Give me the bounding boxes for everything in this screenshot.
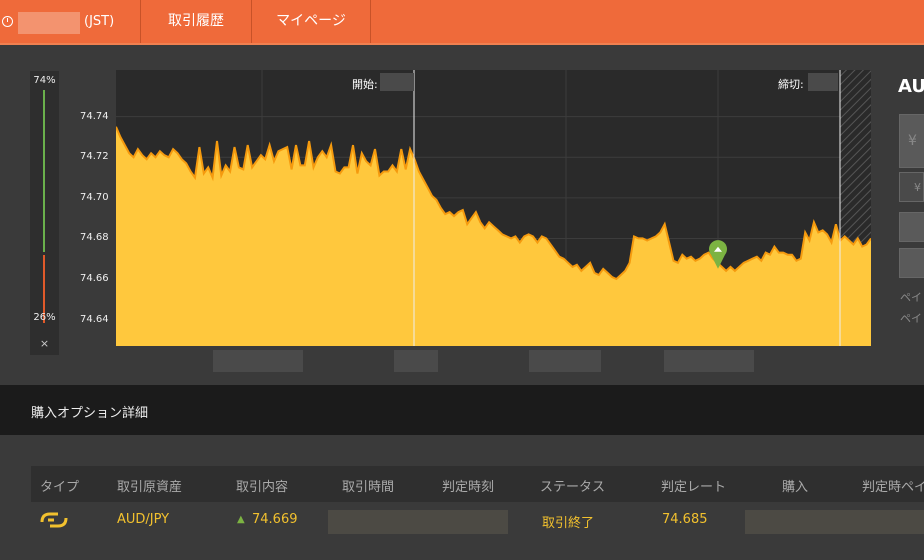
- redacted-start-time: [380, 73, 414, 91]
- option-box-cut[interactable]: [899, 212, 924, 242]
- col-type: タイプ: [40, 480, 80, 495]
- y-tick-label: 74.70: [80, 191, 109, 203]
- redacted-end-time: [808, 73, 838, 91]
- price-area: [116, 126, 871, 346]
- y-tick-label: 74.68: [80, 232, 109, 244]
- pair-title-cut: AU: [898, 76, 924, 97]
- meter-bottom-percent: 26%: [33, 312, 56, 323]
- y-tick-label: 74.74: [80, 110, 109, 122]
- payout-label-cut: ペイ: [900, 312, 922, 325]
- row-judge-rate: 74.685: [662, 512, 708, 527]
- col-content: 取引内容: [236, 480, 289, 495]
- col-asset: 取引原資産: [117, 480, 183, 495]
- table-row[interactable]: AUD/JPY ▲ 74.669 取引終了 74.685: [31, 503, 924, 539]
- y-tick-label: 74.72: [80, 151, 109, 163]
- row-status: 取引終了: [542, 516, 595, 531]
- col-trade-time: 取引時間: [342, 480, 395, 495]
- high-button-cut[interactable]: ¥: [899, 114, 924, 168]
- redacted-x-label: [664, 350, 754, 372]
- amount-field-cut[interactable]: ¥: [899, 172, 924, 202]
- high-arrow-icon: ▲: [237, 514, 245, 525]
- col-judge-rate: 判定レート: [661, 480, 727, 495]
- clock-tab: [0, 0, 141, 43]
- price-chart[interactable]: 開始: 締切:: [116, 70, 871, 346]
- sentiment-meter: 74% 26% ×: [30, 71, 59, 355]
- col-payout: 判定時ペイ: [862, 480, 924, 495]
- col-status: ステータス: [540, 480, 606, 495]
- redacted-amounts: [745, 510, 924, 534]
- redacted-times: [328, 510, 508, 534]
- redacted-x-label: [213, 350, 303, 372]
- y-tick-label: 74.66: [80, 273, 109, 285]
- option-box-cut[interactable]: [899, 248, 924, 278]
- price-chart-svg: [116, 70, 871, 346]
- redacted-x-label: [394, 350, 438, 372]
- redacted-x-label: [529, 350, 601, 372]
- meter-top-percent: 74%: [33, 75, 56, 86]
- payout-label-cut: ペイ: [900, 291, 922, 304]
- tab-mypage[interactable]: マイページ: [252, 0, 371, 43]
- col-judge-time: 判定時刻: [442, 480, 495, 495]
- row-asset: AUD/JPY: [117, 512, 170, 527]
- details-title: 購入オプション詳細: [31, 406, 149, 421]
- table-header: タイプ 取引原資産 取引内容 取引時間 判定時刻 ステータス 判定レート 購入 …: [31, 466, 924, 502]
- col-purchase: 購入: [782, 480, 809, 495]
- y-tick-label: 74.64: [80, 313, 109, 325]
- meter-bull-bar: [43, 90, 45, 252]
- start-label: 開始:: [352, 78, 378, 91]
- row-entry-rate: 74.669: [252, 512, 298, 527]
- tab-trade-history[interactable]: 取引履歴: [141, 0, 252, 43]
- end-label: 締切:: [778, 78, 804, 91]
- high-low-type-icon: [40, 512, 68, 528]
- top-nav-bar: (JST) 取引履歴 マイページ: [0, 0, 924, 45]
- meter-close-icon[interactable]: ×: [30, 337, 59, 350]
- details-header: 購入オプション詳細: [0, 385, 924, 435]
